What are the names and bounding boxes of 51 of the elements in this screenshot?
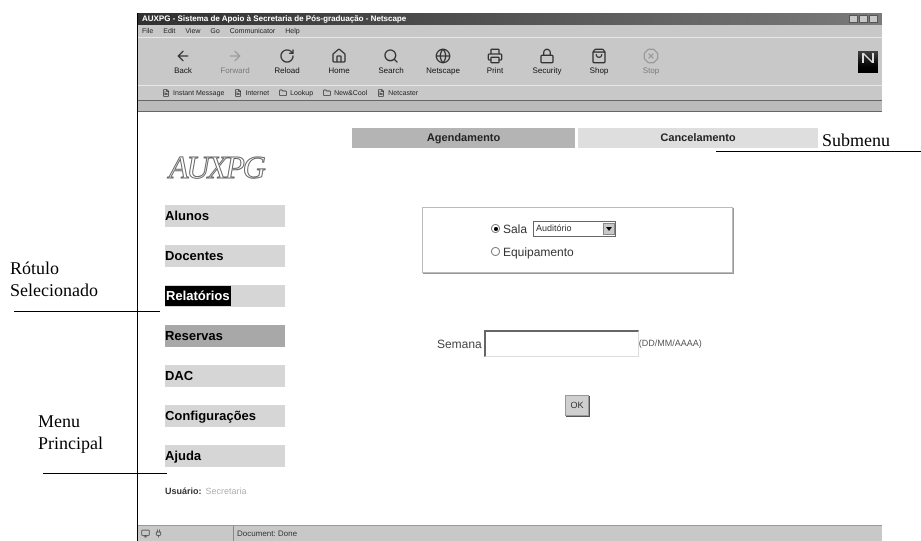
reload-icon xyxy=(279,48,295,64)
annotation-label: Menu Principal xyxy=(38,410,104,454)
user-label: Usuário: xyxy=(165,485,202,498)
logo: AUXPG xyxy=(165,150,285,185)
window-title: AUXPG - Sistema de Apoio à Secretaria de Pós-graduação - Netscape xyxy=(142,14,406,24)
toolbar-button[interactable]: Search xyxy=(369,48,413,75)
dropdown-arrow-icon xyxy=(606,226,612,230)
menu-link[interactable]: Ajuda xyxy=(165,445,285,467)
toolbar-button[interactable]: Home xyxy=(317,48,361,75)
radio-label: Equipamento xyxy=(503,244,574,260)
globe-icon xyxy=(435,48,451,64)
ok-button[interactable]: OK xyxy=(565,395,589,416)
toolbar-button[interactable]: Reload xyxy=(265,48,309,75)
page-icon xyxy=(162,89,170,97)
week-field[interactable] xyxy=(484,330,639,357)
radio-button[interactable] xyxy=(491,224,500,233)
menu-link[interactable]: Alunos xyxy=(165,205,285,227)
menu-link[interactable]: Docentes xyxy=(165,245,285,267)
toolbar-button[interactable]: Netscape xyxy=(421,48,465,75)
plug-icon xyxy=(154,529,163,538)
room-dropdown[interactable]: Auditório xyxy=(533,220,616,236)
radio-label: Sala xyxy=(503,220,528,238)
toolbar-button[interactable]: Shop xyxy=(577,48,621,75)
week-label: Semana xyxy=(437,336,482,352)
monitor-icon xyxy=(141,529,150,538)
user-name: Secretaria xyxy=(206,485,247,498)
page-icon xyxy=(377,89,386,97)
status-text: Document: Done xyxy=(237,528,298,540)
printer-icon xyxy=(487,48,503,64)
submenu-tab[interactable]: Cancelamento xyxy=(578,128,818,148)
menu-link[interactable]: Reservas xyxy=(165,325,285,347)
toolbar-button[interactable]: Back xyxy=(161,48,205,75)
menu-link[interactable]: Configurações xyxy=(165,405,285,427)
stop-icon xyxy=(643,48,659,64)
submenu-tab[interactable]: Agendamento xyxy=(352,128,575,148)
folder-icon xyxy=(279,89,288,97)
menu-link[interactable]: Relatórios xyxy=(165,285,285,307)
lock-icon xyxy=(539,48,555,64)
page-icon xyxy=(234,89,242,97)
annotation-label: Submenu xyxy=(822,129,892,151)
shopping-bag-icon xyxy=(591,48,607,64)
toolbar-button[interactable]: Security xyxy=(525,48,569,75)
menu-link[interactable]: DAC xyxy=(165,365,285,387)
toolbar-button[interactable]: Print xyxy=(473,48,517,75)
annotation-label: Rótulo Selecionado xyxy=(10,257,99,301)
radio-button[interactable] xyxy=(491,247,500,256)
netscape-logo-icon xyxy=(858,50,878,72)
home-icon xyxy=(331,48,347,64)
folder-icon xyxy=(323,89,332,97)
search-icon xyxy=(383,48,399,64)
date-format-hint: (DD/MM/AAAA) xyxy=(638,336,702,350)
